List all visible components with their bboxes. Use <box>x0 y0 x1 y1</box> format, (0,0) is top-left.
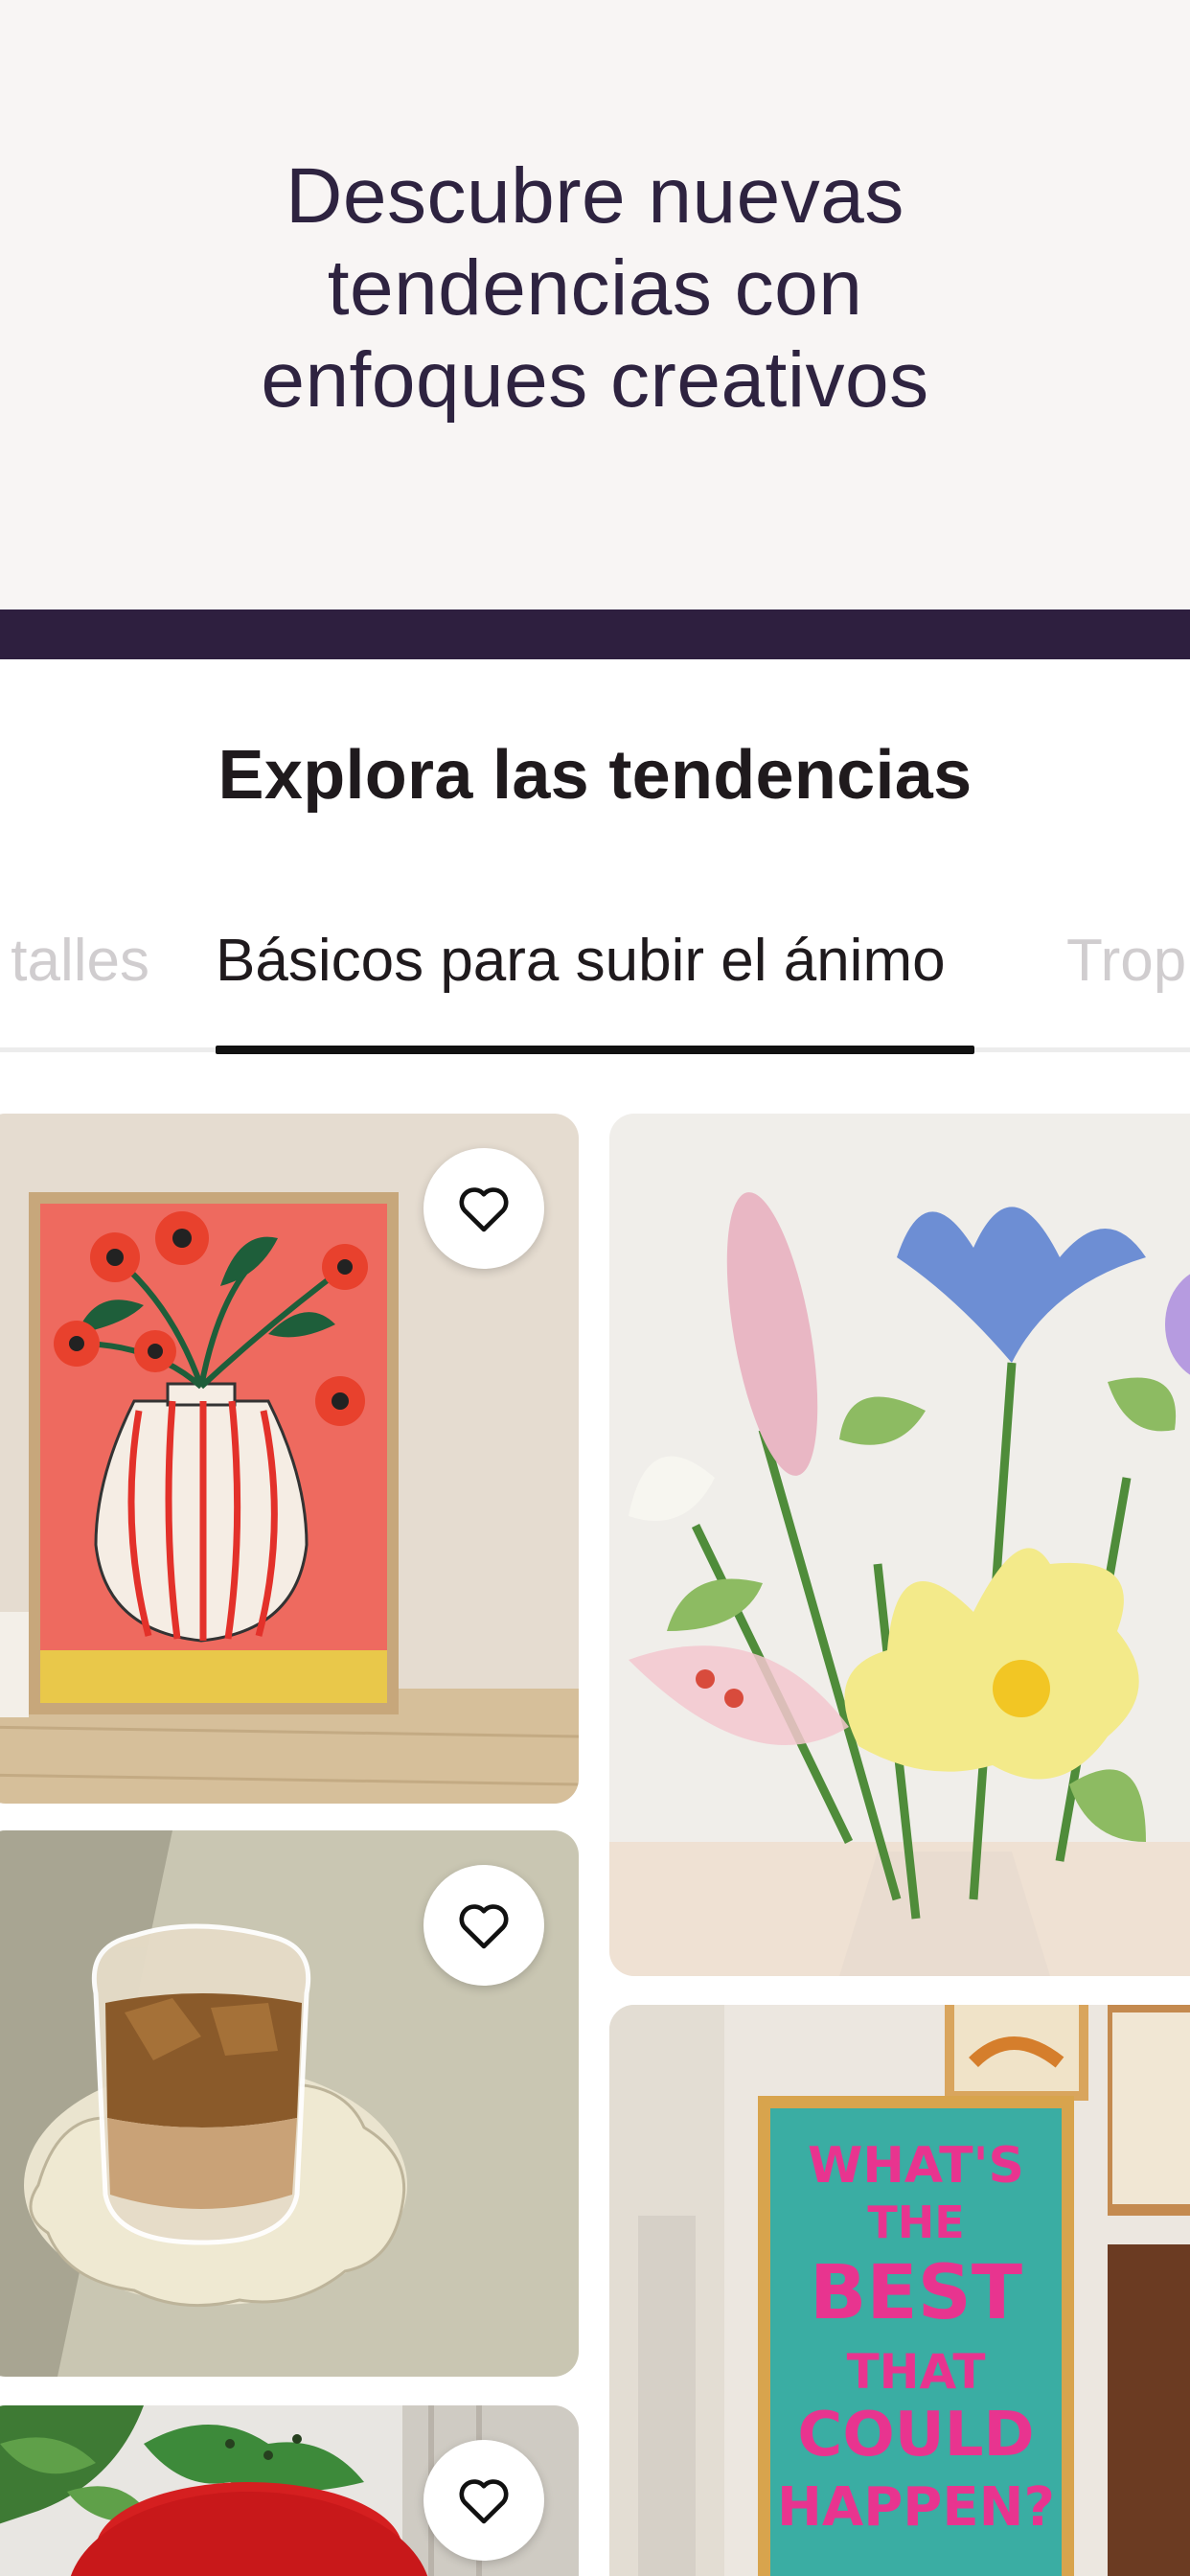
product-card-iced-coffee-glass[interactable] <box>0 1830 579 2377</box>
heart-outline-icon <box>459 1187 509 1232</box>
poster-line: WHAT'S <box>808 2137 1024 2195</box>
favorite-button[interactable] <box>423 1148 544 1269</box>
active-tab-indicator <box>216 1046 974 1054</box>
poster-line: COULD <box>797 2400 1035 2471</box>
hero-title: Descubre nuevas tendencias con enfoques … <box>164 150 1026 426</box>
hero-title-line: tendencias con <box>327 244 863 332</box>
tab-basicos-animo[interactable]: Básicos para subir el ánimo <box>216 915 946 1007</box>
hero-title-line: Descubre nuevas <box>286 152 904 240</box>
product-image <box>609 1114 1190 1976</box>
trend-tabs: talles Básicos para subir el ánimo Trop <box>0 915 1190 1059</box>
product-card-glass-flowers[interactable] <box>609 1114 1190 1976</box>
poster-text-block: WHAT'S THE BEST THAT COULD HAPPEN? <box>770 2108 1062 2576</box>
hero-title-line: enfoques creativos <box>261 336 929 424</box>
section-title: Explora las tendencias <box>217 737 973 814</box>
divider-band <box>0 610 1190 659</box>
favorite-button[interactable] <box>423 2440 544 2561</box>
poster-line: THE <box>867 2196 965 2248</box>
tab-next[interactable]: Trop <box>1066 915 1186 1007</box>
heart-outline-icon <box>459 2479 509 2524</box>
tab-previous[interactable]: talles <box>11 915 149 1007</box>
product-card-poster[interactable]: WHAT'S THE BEST THAT COULD HAPPEN? <box>609 2005 1190 2576</box>
poster-line: THAT <box>846 2344 986 2400</box>
hero-banner: Descubre nuevas tendencias con enfoques … <box>0 0 1190 610</box>
product-card-vase-painting[interactable] <box>0 1114 579 1804</box>
poster-line: HAPPEN? <box>777 2476 1055 2539</box>
heart-outline-icon <box>459 1904 509 1949</box>
poster-line: BEST <box>809 2250 1023 2336</box>
product-card-strawberry-dish[interactable] <box>0 2405 579 2576</box>
favorite-button[interactable] <box>423 1865 544 1986</box>
